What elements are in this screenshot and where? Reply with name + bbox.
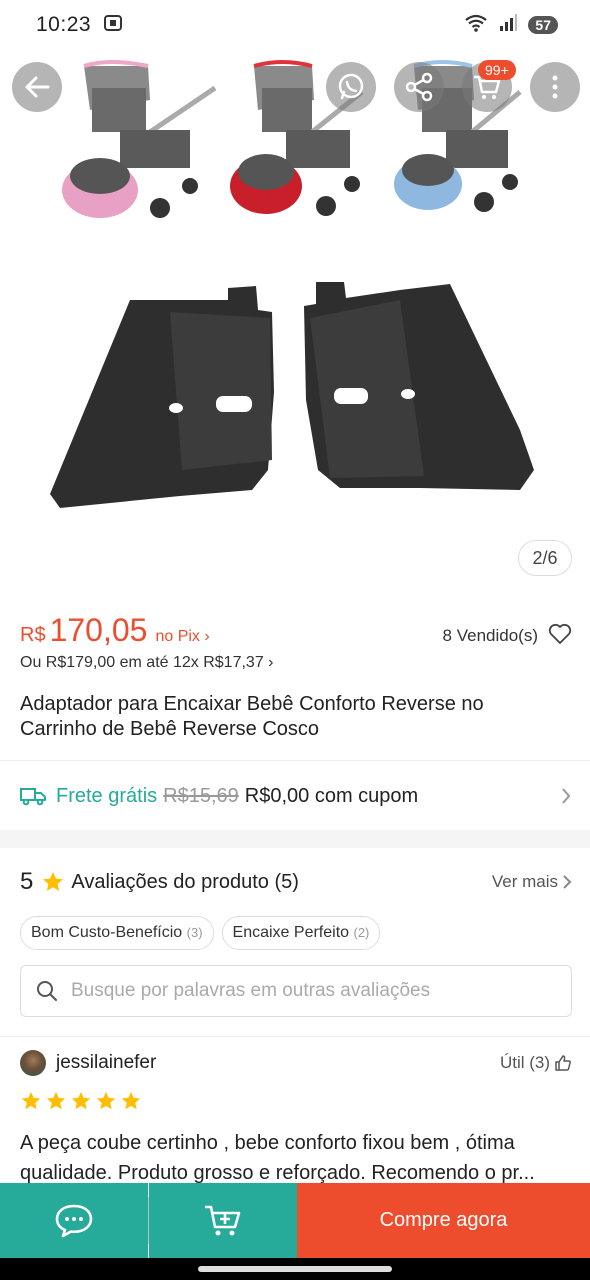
avatar [20, 1050, 46, 1076]
truck-icon [20, 788, 46, 806]
share-button[interactable] [394, 62, 444, 112]
chip-label: Bom Custo-Benefício [31, 924, 183, 941]
more-options-button[interactable] [530, 62, 580, 112]
review-tag-chip[interactable]: Encaixe Perfeito (2) [221, 916, 381, 950]
cart-count-badge: 99+ [478, 60, 516, 80]
stroller-pink-illustration [62, 60, 217, 218]
price-value: 170,05 [49, 612, 148, 648]
heart-icon [548, 623, 572, 644]
see-more-reviews-link[interactable]: Ver mais [492, 872, 572, 892]
reviews-header: 5 Avaliações do produto (5) Ver mais [20, 868, 572, 896]
image-counter: 2/6 [518, 540, 572, 576]
whatsapp-icon [338, 73, 364, 100]
divider [0, 1036, 590, 1037]
battery-indicator: 57 [528, 16, 558, 34]
wifi-icon [464, 13, 488, 38]
arrow-left-icon [25, 76, 50, 98]
star-icon [43, 872, 64, 891]
review-search-box[interactable] [20, 965, 572, 1017]
bottom-action-bar: Compre agora [0, 1183, 590, 1258]
favorite-button[interactable] [548, 623, 572, 650]
star-icon [96, 1091, 116, 1110]
status-time: 10:23 [36, 13, 92, 36]
whatsapp-share-button[interactable] [326, 62, 376, 112]
reviews-title: Avaliações do produto (5) [71, 870, 299, 893]
divider [0, 760, 590, 761]
buy-now-button[interactable]: Compre agora [297, 1183, 590, 1258]
back-button[interactable] [12, 62, 62, 112]
sold-count: 8 Vendido(s) [442, 626, 538, 645]
price[interactable]: R$ 170,05 no Pix › [20, 612, 210, 649]
review-tag-chip[interactable]: Bom Custo-Benefício (3) [20, 916, 214, 950]
thumbs-up-icon [555, 1055, 571, 1071]
signal-icon [498, 13, 518, 38]
star-icon [71, 1091, 91, 1110]
status-bar: 10:23 57 [0, 0, 590, 50]
section-separator [0, 830, 590, 848]
chip-count: (3) [186, 925, 203, 940]
helpful-count: Útil (3) [499, 1053, 550, 1072]
chat-button[interactable] [0, 1183, 148, 1258]
system-nav-bar [0, 1258, 590, 1280]
share-icon [405, 72, 433, 102]
review-tag-filters: Bom Custo-Benefício (3) Encaixe Perfeito… [20, 916, 381, 950]
review-search-input[interactable] [71, 980, 557, 1002]
review-item: jessilainefer Útil (3) A peça coube cert… [20, 1050, 572, 1188]
star-icon [121, 1091, 141, 1110]
shipping-new-price: R$0,00 com cupom [244, 784, 419, 807]
chevron-right-icon [563, 875, 572, 889]
star-icon [21, 1091, 41, 1110]
see-more-label: Ver mais [491, 872, 558, 891]
review-stars [20, 1090, 572, 1112]
price-currency: R$ [20, 624, 46, 646]
free-shipping-label: Frete grátis [56, 784, 158, 807]
product-title: Adaptador para Encaixar Bebê Conforto Re… [20, 693, 484, 740]
pix-label[interactable]: no Pix › [155, 628, 209, 646]
adapter-right-illustration [304, 282, 534, 490]
chip-label: Encaixe Perfeito [232, 924, 350, 941]
chevron-right-icon [562, 788, 571, 804]
shipping-row[interactable]: Frete grátis R$15,69 R$0,00 com cupom [20, 776, 572, 816]
adapter-left-illustration [50, 286, 274, 508]
screenshot-icon [103, 13, 123, 38]
shipping-old-price: R$15,69 [163, 784, 239, 807]
add-to-cart-icon [205, 1205, 241, 1235]
more-vertical-icon [552, 75, 558, 99]
review-username: jessilainefer [56, 1052, 157, 1073]
add-to-cart-button[interactable] [149, 1183, 297, 1258]
helpful-button[interactable]: Útil (3) [500, 1053, 572, 1073]
home-indicator[interactable] [198, 1266, 392, 1272]
installments-info[interactable]: Ou R$179,00 em até 12x R$17,37 › [20, 654, 274, 672]
rating-score: 5 [20, 868, 34, 895]
chip-count: (2) [353, 925, 370, 940]
price-row: R$ 170,05 no Pix › 8 Vendido(s) [20, 612, 572, 650]
chat-icon [55, 1204, 93, 1237]
review-text: A peça coube certinho , bebe conforto fi… [20, 1132, 535, 1184]
star-icon [46, 1091, 66, 1110]
search-icon [37, 981, 57, 1001]
